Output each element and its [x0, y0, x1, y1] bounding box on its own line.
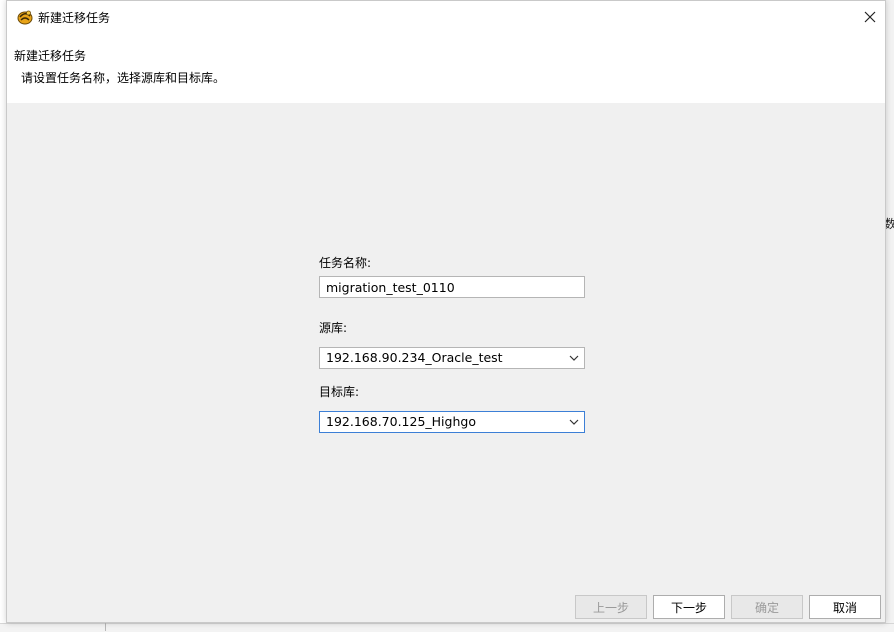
target-db-label: 目标库:	[319, 385, 360, 399]
source-db-value: 192.168.90.234_Oracle_test	[326, 350, 503, 365]
prev-button[interactable]: 上一步	[575, 595, 647, 619]
window-title: 新建迁移任务	[38, 11, 111, 25]
page-description: 请设置任务名称，选择源库和目标库。	[21, 71, 226, 85]
chevron-down-icon	[569, 355, 579, 361]
wizard-header: 新建迁移任务 请设置任务名称，选择源库和目标库。	[7, 33, 885, 103]
background-app-divider	[105, 623, 106, 631]
new-migration-task-dialog: 新建迁移任务 新建迁移任务 请设置任务名称，选择源库和目标库。 任务名称: 源库…	[6, 0, 886, 623]
background-app-edge	[886, 0, 894, 631]
ok-button[interactable]: 确定	[731, 595, 803, 619]
app-logo-icon	[17, 10, 33, 25]
task-name-label: 任务名称:	[319, 256, 372, 270]
target-db-value: 192.168.70.125_Highgo	[326, 414, 476, 429]
target-db-select[interactable]: 192.168.70.125_Highgo	[319, 411, 585, 433]
cancel-button[interactable]: 取消	[809, 595, 881, 619]
title-bar: 新建迁移任务	[7, 1, 885, 33]
next-button[interactable]: 下一步	[653, 595, 725, 619]
source-db-label: 源库:	[319, 321, 348, 335]
close-button[interactable]	[855, 1, 885, 33]
source-db-select[interactable]: 192.168.90.234_Oracle_test	[319, 347, 585, 369]
chevron-down-icon	[569, 419, 579, 425]
close-icon	[864, 11, 876, 23]
task-name-input[interactable]	[319, 276, 585, 298]
page-title: 新建迁移任务	[14, 49, 87, 63]
